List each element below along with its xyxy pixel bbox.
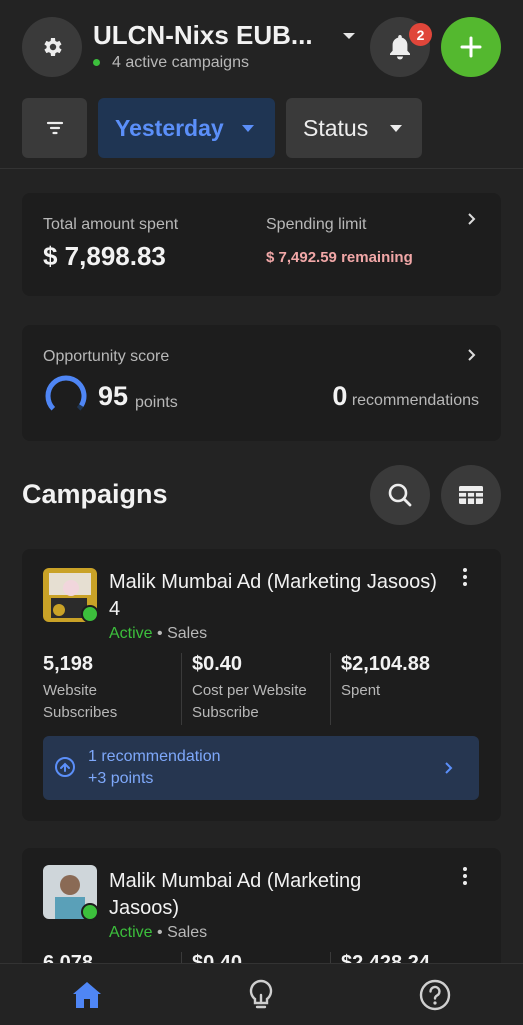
metric-label: Spent [341,682,381,699]
campaign-status: Active [109,924,153,941]
gear-icon [44,38,62,56]
header-divider [0,168,523,169]
campaign-name: Malik Mumbai Ad (Marketing Jasoos) 4 [109,571,437,620]
opportunity-gauge [45,375,87,417]
status-filter-label: Status [303,115,369,141]
campaign-card[interactable]: Malik Mumbai Ad (Marketing Jasoos) 4 Act… [22,549,501,821]
metric: $2,104.88 Spent [341,653,481,702]
add-campaign-button[interactable] [441,17,501,77]
campaign-status-line: Active • Sales [109,625,208,642]
chevron-right-icon [468,349,476,361]
metric-value: $2,104.88 [341,653,430,675]
opportunity-label: Opportunity score [43,348,170,365]
opportunity-card[interactable]: Opportunity score 95 points 0 recommenda… [22,325,501,441]
metric-value: $0.40 [192,653,243,675]
nav-help[interactable] [405,972,465,1018]
search-icon [388,483,412,507]
recommendations-summary: 0 recommendations [332,381,479,412]
metric-value: 5,198 [43,653,94,675]
recommendation-banner[interactable]: 1 recommendation +3 points [43,736,479,800]
date-filter-label: Yesterday [115,115,224,141]
campaign-name: Malik Mumbai Ad (Marketing Jasoos) [109,870,362,919]
date-filter-dropdown[interactable]: Yesterday [98,98,275,158]
points-label: points [135,394,178,411]
metric: $0.40 Cost per Website Subscribe [192,653,332,724]
spending-limit-label: Spending limit [266,216,367,233]
recommendation-title: 1 recommendation [88,748,221,765]
campaign-status-line: Active • Sales [109,924,208,941]
chevron-right-icon [468,213,476,225]
total-spent-label: Total amount spent [43,216,179,233]
bottom-nav [0,963,523,1025]
chevron-down-icon [390,125,402,132]
campaigns-title: Campaigns [22,479,168,509]
nav-insights[interactable] [231,972,291,1018]
metric: 5,198 Website Subscribes [43,653,183,724]
chevron-down-icon [242,125,254,132]
status-online-dot [81,903,99,921]
help-icon [419,979,451,1011]
recommendation-points: +3 points [88,770,154,787]
settings-button[interactable] [22,17,82,77]
filter-icon [46,121,63,135]
account-name: ULCN-Nixs EUB... [93,20,313,50]
more-vertical-icon[interactable] [459,567,471,587]
metric-label: Website Subscribes [43,682,118,721]
recommendations-label: recommendations [351,392,479,409]
home-icon [73,982,101,1008]
spending-remaining: $ 7,492.59 remaining [266,249,413,266]
campaign-status: Active [109,625,153,642]
recommendations-count: 0 [332,381,348,411]
table-view-button[interactable] [441,465,501,525]
metric-divider [330,653,331,725]
campaign-metrics: 5,198 Website Subscribes $0.40 Cost per … [43,653,483,725]
chevron-right-icon [445,762,453,774]
status-filter-dropdown[interactable]: Status [286,98,422,158]
filter-button[interactable] [22,98,87,158]
active-campaigns-text: 4 active campaigns [112,54,249,71]
campaign-objective: Sales [167,924,208,941]
notification-badge: 2 [409,23,432,46]
status-online-dot [81,605,99,623]
spending-card[interactable]: Total amount spent $ 7,898.83 Spending l… [22,193,501,296]
chevron-down-icon [343,33,355,39]
account-selector[interactable]: ULCN-Nixs EUB... 4 active campaigns [93,20,363,75]
arrow-up-circle-icon [55,757,75,777]
more-vertical-icon[interactable] [459,866,471,886]
plus-icon [460,36,482,58]
metric-label: Cost per Website Subscribe [192,682,307,721]
nav-home[interactable] [57,972,117,1018]
search-button[interactable] [370,465,430,525]
opportunity-score: 95 [98,381,129,411]
metric-divider [181,653,182,725]
table-icon [459,486,483,504]
active-dot [93,59,100,66]
campaign-objective: Sales [167,625,208,642]
total-spent-value: $ 7,898.83 [43,241,166,271]
lightbulb-icon [249,979,273,1009]
